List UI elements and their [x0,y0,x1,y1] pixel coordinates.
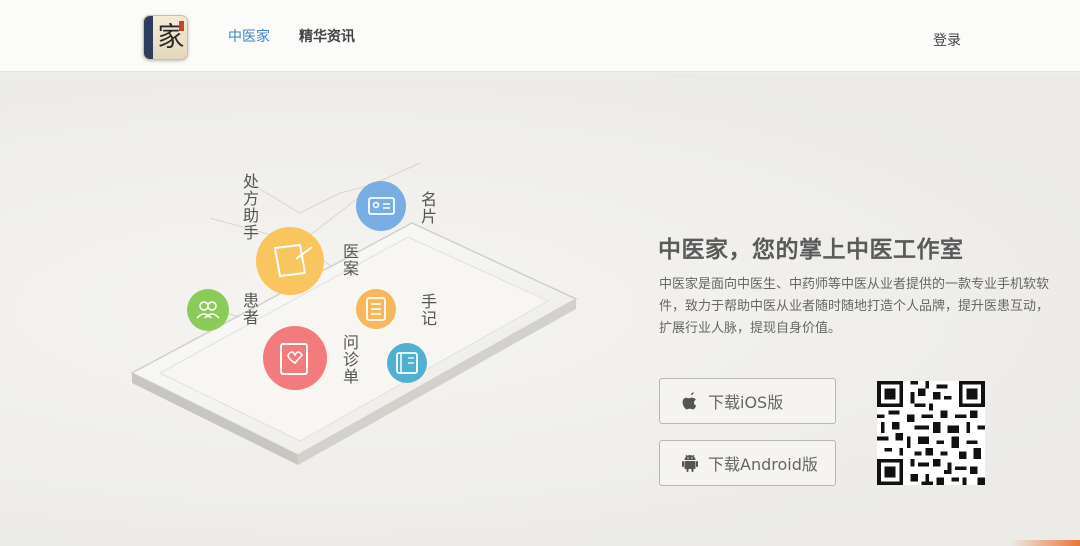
label-case: 医案 [340,243,359,277]
app-logo[interactable]: 家 [143,15,188,60]
feature-circle-extra [387,343,427,383]
apple-icon [680,391,700,411]
feature-circle-patients [187,289,229,331]
nav-news-link[interactable]: 精华资讯 [299,28,355,46]
feature-circle-case [256,227,324,295]
label-card: 名片 [418,191,437,225]
download-android-label: 下载Android版 [708,455,818,474]
login-link[interactable]: 登录 [933,30,961,50]
hero-description: 中医家是面向中医生、中药师等中医从业者提供的一款专业手机软软件，致力于帮助中医从… [659,277,1050,336]
nav-home-link[interactable]: 中医家 [228,28,270,46]
label-questionnaire: 问诊单 [340,334,359,385]
phone-illustration [130,162,578,465]
logo-seal [179,21,184,31]
feature-circle-questionnaire [263,326,327,390]
label-patients: 患者 [240,292,259,326]
qr-code[interactable] [877,381,985,485]
hero-headline: 中医家，您的掌上中医工作室 [658,237,964,263]
download-ios-button[interactable]: 下载iOS版 [659,378,836,424]
label-prescription: 处方助手 [240,173,259,241]
feature-circle-notes [356,289,396,329]
download-ios-label: 下载iOS版 [708,393,784,412]
logo-book-spine [144,16,153,59]
top-navigation-bar: 家 中医家 精华资讯 登录 [0,0,1080,72]
download-android-button[interactable]: 下载Android版 [659,440,836,486]
android-icon [680,453,700,473]
label-notes: 手记 [418,293,437,327]
corner-accent [1010,540,1080,546]
feature-circle-card [356,181,406,231]
